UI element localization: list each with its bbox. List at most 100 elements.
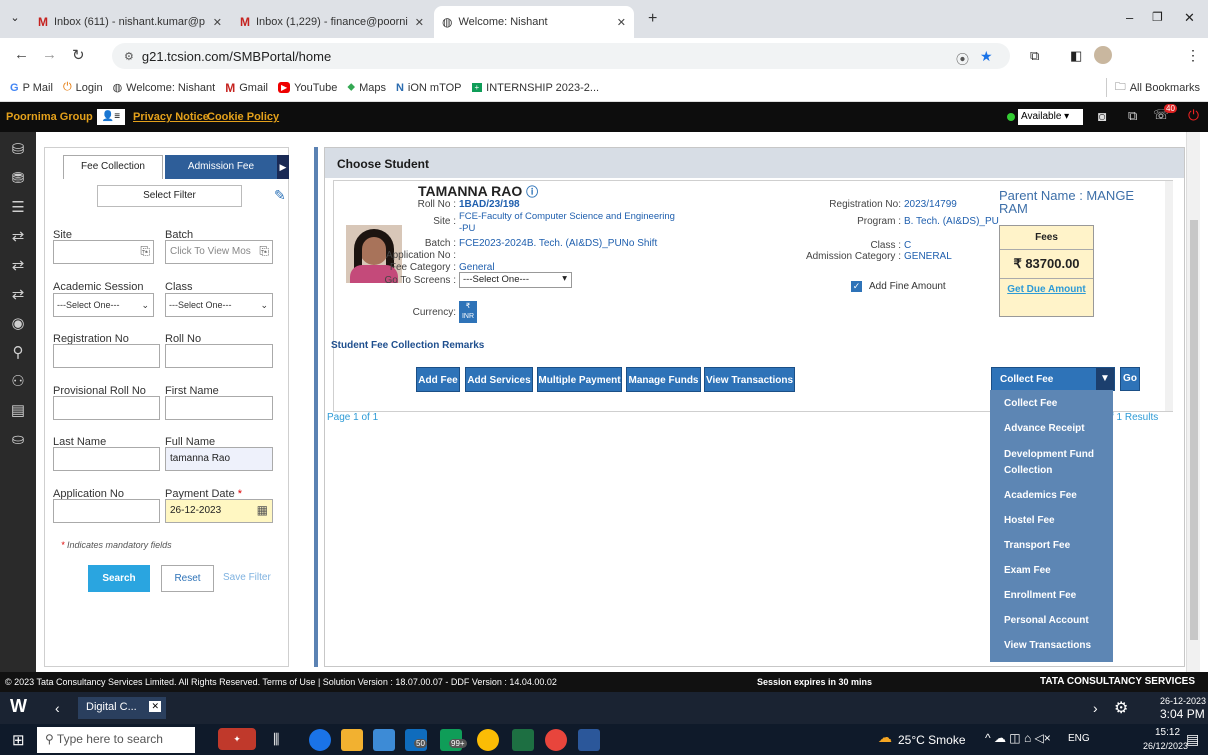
- bookmark-gmail[interactable]: M Gmail: [225, 81, 268, 95]
- chevron-right-icon[interactable]: ›: [1093, 700, 1098, 716]
- minimize-icon[interactable]: –: [1126, 10, 1133, 25]
- records-icon[interactable]: ☰: [7, 197, 29, 219]
- picker-icon[interactable]: ⎘: [259, 244, 269, 259]
- sidepanel-icon[interactable]: ◧: [1070, 48, 1082, 64]
- chrome-profile-icon[interactable]: [545, 729, 567, 751]
- extensions-icon[interactable]: ⧉: [1030, 48, 1039, 64]
- status-select[interactable]: Available ▾: [1018, 109, 1083, 125]
- browser-tab-2[interactable]: M Inbox (1,229) - finance@poorni ✕: [232, 6, 432, 38]
- browser-tab-3[interactable]: ◍ Welcome: Nishant ✕: [434, 6, 634, 38]
- calendar-icon[interactable]: ▦: [257, 503, 268, 517]
- menu-item-personal-account[interactable]: Personal Account: [1004, 615, 1089, 626]
- settings-icon[interactable]: ⚙: [1114, 698, 1128, 718]
- save-filter-link[interactable]: Save Filter: [223, 572, 271, 583]
- collect-fee-select[interactable]: Collect Fee ▼: [991, 367, 1115, 391]
- file-explorer-icon[interactable]: [341, 729, 363, 751]
- panel-splitter[interactable]: [314, 147, 318, 667]
- task-view-icon[interactable]: ⫼: [273, 731, 279, 748]
- logout-icon[interactable]: ⏻: [1188, 107, 1199, 124]
- menu-item-view-transactions[interactable]: View Transactions: [1004, 640, 1091, 651]
- close-icon[interactable]: ✕: [415, 16, 424, 29]
- bookmark-youtube[interactable]: ▶ YouTube: [277, 82, 337, 94]
- privacy-link[interactable]: Privacy Notice: [133, 111, 209, 123]
- currency-inr-icon[interactable]: ₹ INR: [459, 301, 477, 323]
- menu-item-collect-fee[interactable]: Collect Fee: [1004, 398, 1057, 409]
- close-icon[interactable]: ✕: [149, 701, 161, 712]
- transfer-icon[interactable]: ⇄: [7, 226, 29, 248]
- user-search-icon[interactable]: ⚲: [7, 342, 29, 364]
- roll-no-field[interactable]: [165, 344, 273, 368]
- tab-fee-collection[interactable]: Fee Collection: [63, 155, 163, 179]
- site-settings-icon[interactable]: ⚙: [124, 50, 134, 63]
- menu-item-hostel-fee[interactable]: Hostel Fee: [1004, 515, 1055, 526]
- get-due-link[interactable]: Get Due Amount: [1000, 279, 1093, 295]
- application-no-field[interactable]: [53, 499, 160, 523]
- bookmark-internship[interactable]: + INTERNSHIP 2023-2...: [471, 82, 599, 94]
- transfer-icon[interactable]: ⇄: [7, 284, 29, 306]
- coin-icon[interactable]: ◉: [7, 313, 29, 335]
- group-icon[interactable]: ⚇: [7, 371, 29, 393]
- go-button[interactable]: Go: [1120, 367, 1140, 391]
- excel-icon[interactable]: [512, 729, 534, 751]
- menu-item-enrollment-fee[interactable]: Enrollment Fee: [1004, 590, 1076, 601]
- menu-item-advance-receipt[interactable]: Advance Receipt: [1004, 423, 1085, 434]
- url-bar[interactable]: ⚙ g21.tcsion.com/SMBPortal/home: [112, 43, 1010, 69]
- menu-kebab-icon[interactable]: ⋮: [1186, 47, 1200, 64]
- manage-funds-button[interactable]: Manage Funds: [626, 367, 701, 392]
- star-icon[interactable]: ★: [980, 48, 993, 65]
- search-button[interactable]: Search: [88, 565, 150, 592]
- fees-icon[interactable]: ⛁: [7, 139, 29, 161]
- notification-center-icon[interactable]: ▤: [1186, 731, 1199, 748]
- payment-date-field[interactable]: 26-12-2023 ▦: [165, 499, 273, 523]
- word-icon[interactable]: [578, 729, 600, 751]
- batch-field[interactable]: Click To View Mos ⎘: [165, 240, 273, 264]
- all-bookmarks[interactable]: 🗀 All Bookmarks: [1105, 78, 1200, 97]
- taskbar-search-field[interactable]: ⚲ Type here to search: [37, 727, 195, 753]
- new-tab-icon[interactable]: +: [648, 10, 657, 28]
- bookmark-welcome[interactable]: ◍ Welcome: Nishant: [113, 81, 216, 95]
- registration-no-field[interactable]: [53, 344, 160, 368]
- menu-item-development-fund[interactable]: Development Fund Collection: [1004, 447, 1104, 479]
- last-name-field[interactable]: [53, 447, 160, 471]
- add-fee-button[interactable]: Add Fee: [416, 367, 460, 392]
- card-scrollbar[interactable]: [1165, 181, 1173, 411]
- class-select[interactable]: ---Select One--- ⌄: [165, 293, 273, 317]
- reload-icon[interactable]: ↻: [72, 46, 85, 64]
- cookie-link[interactable]: Cookie Policy: [207, 111, 279, 123]
- first-name-field[interactable]: [165, 396, 273, 420]
- back-icon[interactable]: ←: [14, 46, 29, 63]
- site-field[interactable]: ⎘: [53, 240, 154, 264]
- close-icon[interactable]: ✕: [617, 16, 626, 29]
- collection-icon[interactable]: ⛃: [7, 168, 29, 190]
- menu-item-academics-fee[interactable]: Academics Fee: [1004, 490, 1077, 501]
- provisional-roll-field[interactable]: [53, 396, 160, 420]
- menu-item-exam-fee[interactable]: Exam Fee: [1004, 565, 1051, 576]
- bookmark-maps[interactable]: ⬥ Maps: [347, 81, 386, 94]
- restore-icon[interactable]: ❐: [1152, 10, 1163, 24]
- forward-icon[interactable]: →: [42, 46, 57, 63]
- edge-icon[interactable]: [309, 729, 331, 751]
- add-services-button[interactable]: Add Services: [465, 367, 533, 392]
- app-task-tab[interactable]: Digital C... ✕: [78, 697, 166, 719]
- bookmark-pmail[interactable]: GP Mail: [10, 82, 53, 94]
- profile-menu-icon[interactable]: 👤≡: [97, 109, 125, 125]
- page-scrollbar[interactable]: [1186, 132, 1200, 672]
- news-icon[interactable]: ✦: [218, 728, 256, 750]
- calculator-icon[interactable]: ▤: [7, 400, 29, 422]
- reset-button[interactable]: Reset: [161, 565, 214, 592]
- academic-session-select[interactable]: ---Select One--- ⌄: [53, 293, 154, 317]
- goto-select[interactable]: ---Select One--- ▾: [459, 272, 572, 288]
- picker-icon[interactable]: ⎘: [140, 244, 150, 259]
- transfer-icon[interactable]: ⇄: [7, 255, 29, 277]
- add-fine-checkbox[interactable]: ✓: [851, 281, 862, 292]
- screens-icon[interactable]: ⧉: [1128, 108, 1137, 124]
- info-icon[interactable]: ⓘ: [526, 185, 538, 199]
- location-icon[interactable]: ⦿: [956, 49, 969, 68]
- menu-item-transport-fee[interactable]: Transport Fee: [1004, 540, 1070, 551]
- tab-scroll-right-icon[interactable]: ▶: [277, 155, 289, 179]
- back-icon[interactable]: ‹: [55, 700, 60, 716]
- windows-start-icon[interactable]: ⊞: [12, 731, 25, 749]
- weather-icon[interactable]: ☁: [878, 729, 892, 746]
- language-indicator[interactable]: ENG: [1068, 733, 1090, 744]
- full-name-field[interactable]: tamanna Rao: [165, 447, 273, 471]
